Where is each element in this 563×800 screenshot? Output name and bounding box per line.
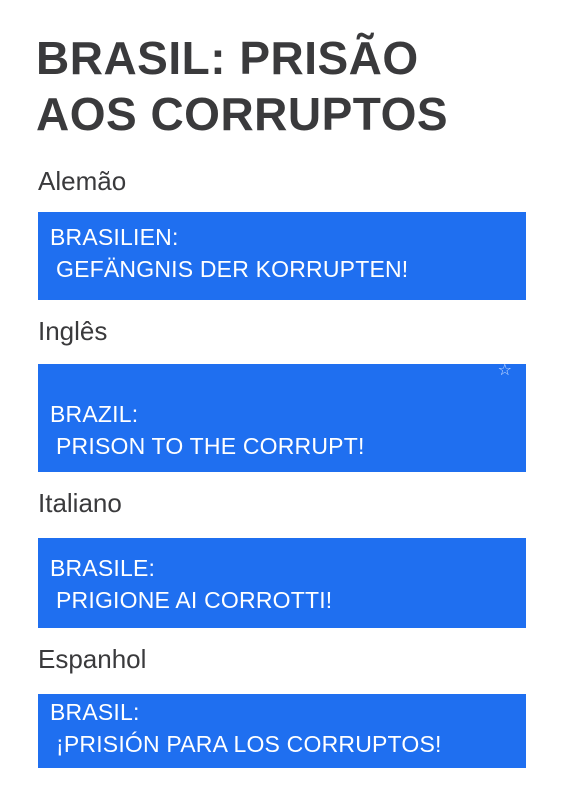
language-label-spanish: Espanhol xyxy=(38,644,147,674)
translation-phrase: ¡PRISIÓN PARA LOS CORRUPTOS! xyxy=(56,731,442,757)
star-icon[interactable]: ☆ xyxy=(498,364,512,380)
translation-card-italian[interactable]: BRASILE: PRIGIONE AI CORROTTI! xyxy=(38,538,526,628)
language-label-english: Inglês xyxy=(38,316,108,346)
translation-phrase: GEFÄNGNIS DER KORRUPTEN! xyxy=(56,256,409,282)
translation-country: BRASILE: xyxy=(50,555,156,581)
language-label-german: Alemão xyxy=(38,166,127,196)
translation-country: BRAZIL: xyxy=(50,401,139,427)
translation-card-english[interactable]: ☆ BRAZIL: PRISON TO THE CORRUPT! xyxy=(38,364,526,472)
translation-page: BRASIL: PRISÃO AOS CORRUPTOS Alemão BRAS… xyxy=(0,0,563,800)
translation-phrase: PRIGIONE AI CORROTTI! xyxy=(56,587,333,613)
language-label-italian: Italiano xyxy=(38,488,122,518)
page-title-line-2: AOS CORRUPTOS xyxy=(36,88,449,140)
page-title: BRASIL: PRISÃO AOS CORRUPTOS xyxy=(36,30,536,142)
translation-card-german[interactable]: BRASILIEN: GEFÄNGNIS DER KORRUPTEN! xyxy=(38,212,526,300)
translation-card-spanish[interactable]: BRASIL: ¡PRISIÓN PARA LOS CORRUPTOS! xyxy=(38,694,526,768)
translation-phrase: PRISON TO THE CORRUPT! xyxy=(56,433,365,459)
page-title-line-1: BRASIL: PRISÃO xyxy=(36,32,419,84)
translation-country: BRASIL: xyxy=(50,699,140,725)
translation-country: BRASILIEN: xyxy=(50,224,179,250)
